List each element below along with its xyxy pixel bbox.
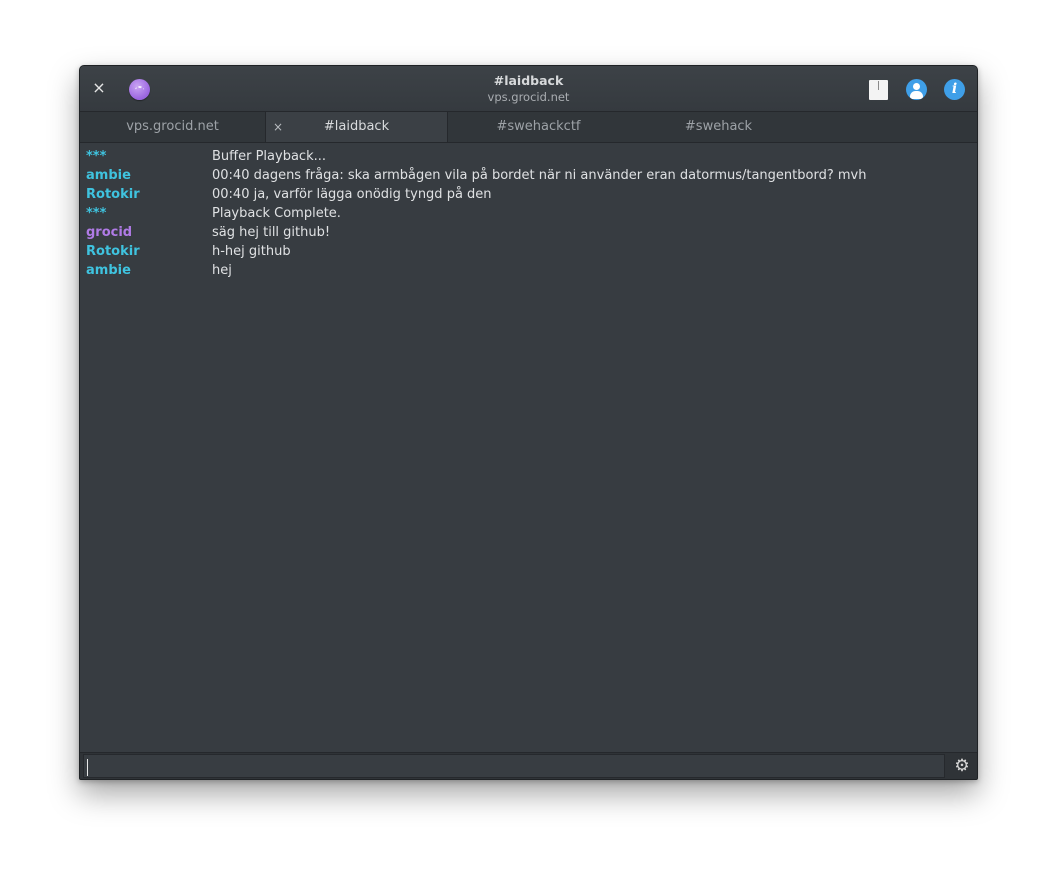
message-text: 00:40 ja, varför lägga onödig tyngd på d… xyxy=(212,187,492,202)
nick[interactable]: Rotokir xyxy=(86,242,206,261)
message-text: säg hej till github! xyxy=(212,225,331,240)
tab-label: #swehackctf xyxy=(496,119,581,134)
tab-laidback[interactable]: × #laidback xyxy=(265,112,448,142)
message-log[interactable]: *** Buffer Playback... ambie 00:40 dagen… xyxy=(80,143,977,752)
info-icon[interactable]: i xyxy=(944,79,965,100)
message-text: 00:40 dagens fråga: ska armbågen vila på… xyxy=(212,168,867,183)
message-text: Playback Complete. xyxy=(212,206,341,221)
tab-label: vps.grocid.net xyxy=(126,119,219,134)
text-caret xyxy=(87,759,88,776)
gear-icon[interactable]: ⚙ xyxy=(953,757,971,775)
message-input[interactable] xyxy=(83,754,945,778)
message-text: h-hej github xyxy=(212,244,291,259)
nick[interactable]: ambie xyxy=(86,166,206,185)
tab-label: #swehack xyxy=(684,119,753,134)
tab-close-icon[interactable]: × xyxy=(273,112,283,142)
window-subtitle: vps.grocid.net xyxy=(487,90,570,104)
nick[interactable]: grocid xyxy=(86,223,206,242)
nick[interactable]: Rotokir xyxy=(86,185,206,204)
book-icon[interactable] xyxy=(869,80,888,100)
tab-label: #laidback xyxy=(323,119,390,134)
irc-client-window: × #laidback vps.grocid.net i vps.grocid.… xyxy=(79,65,978,780)
message-text: Buffer Playback... xyxy=(212,149,326,164)
input-bar: ⚙ xyxy=(80,752,977,779)
user-icon-body xyxy=(910,91,923,99)
nick[interactable]: *** xyxy=(86,204,206,223)
message-text: hej xyxy=(212,263,232,278)
tab-vps-grocid-net[interactable]: vps.grocid.net xyxy=(80,112,265,142)
channel-tab-bar: vps.grocid.net × #laidback #swehackctf #… xyxy=(80,112,977,143)
window-title: #laidback xyxy=(493,73,564,88)
tab-swehackctf[interactable]: #swehackctf xyxy=(446,112,631,142)
tab-swehack[interactable]: #swehack xyxy=(631,112,806,142)
nick[interactable]: *** xyxy=(86,147,206,166)
user-icon-head xyxy=(913,83,920,90)
user-icon[interactable] xyxy=(906,79,927,100)
title-bar: × #laidback vps.grocid.net i xyxy=(80,66,977,112)
nick[interactable]: ambie xyxy=(86,261,206,280)
